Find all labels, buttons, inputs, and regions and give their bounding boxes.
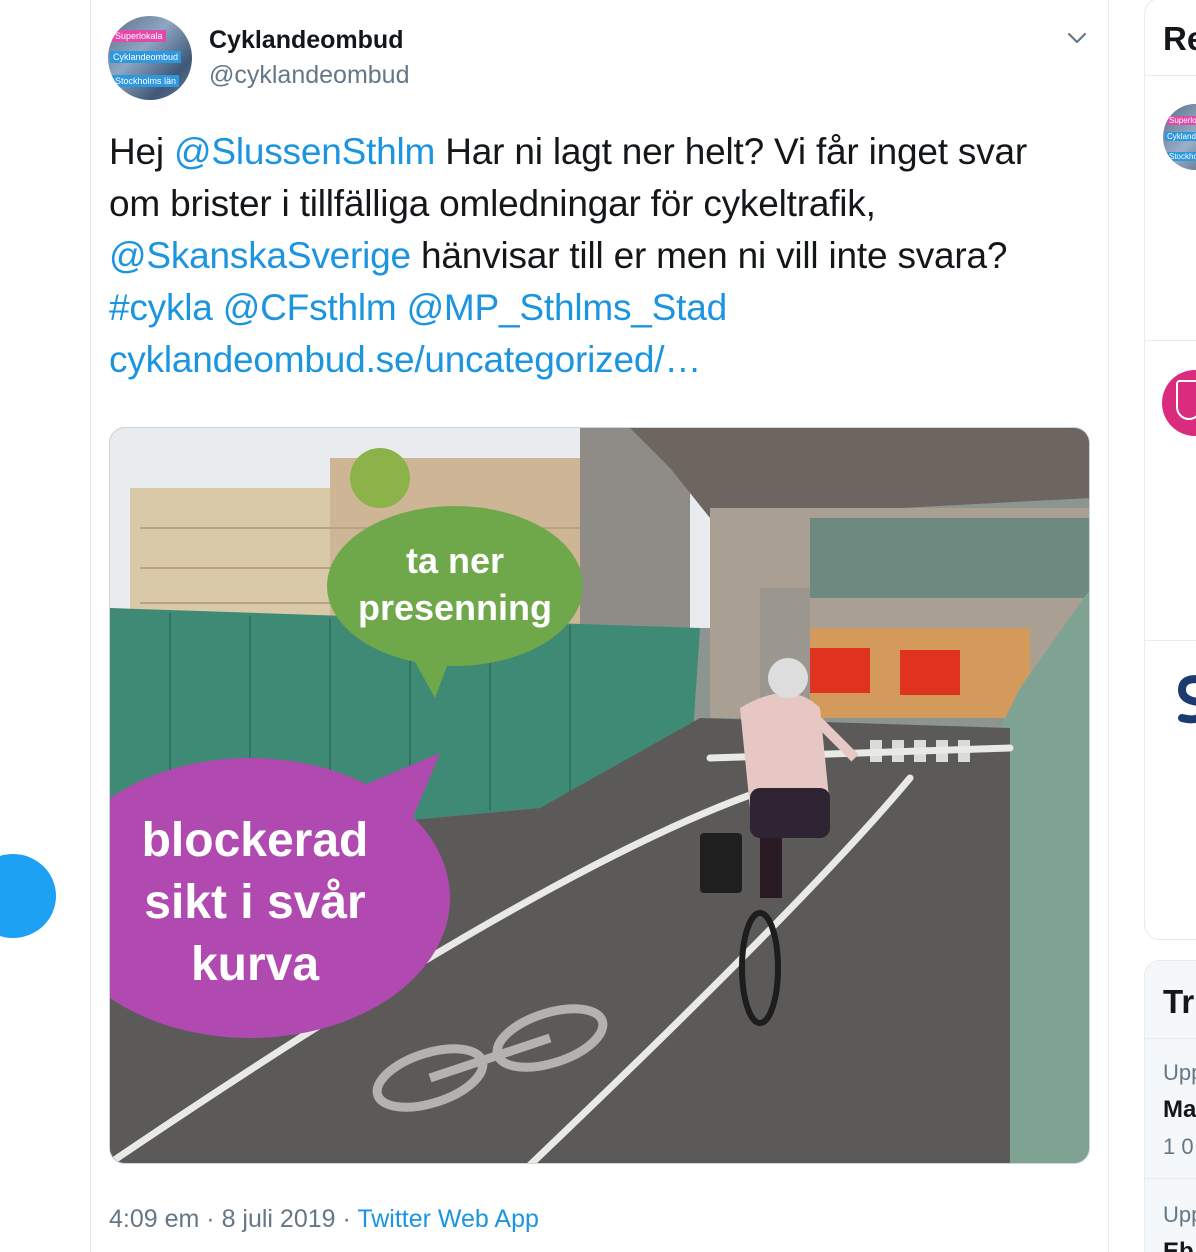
url-link[interactable]: cyklandeombud.se/uncategorized/…: [109, 334, 1099, 386]
tweet-text-line: #cykla @CFsthlm @MP_Sthlms_Stad: [109, 282, 1099, 334]
sidebar-divider: [1145, 1038, 1196, 1039]
tweet-text: Hej @SlussenSthlm Har ni lagt ner helt? …: [109, 126, 1099, 386]
avatar-tag: Cyklande: [1165, 132, 1196, 141]
trend-context: Upp: [1163, 1202, 1196, 1227]
sidebar-divider: [1145, 75, 1196, 76]
compose-tweet-button[interactable]: [0, 854, 56, 938]
tweet-text-line: @SkanskaSverige hänvisar till er men ni …: [109, 235, 1008, 276]
trend-item[interactable]: Ma: [1163, 1096, 1196, 1124]
display-name[interactable]: Cyklandeombud: [209, 26, 403, 55]
tweet-text-line: om brister i tillfälliga omledningar för…: [109, 183, 876, 224]
tweet-photo[interactable]: ta ner presenning blockerad sikt i svår …: [109, 427, 1090, 1164]
bubble-purple-line: sikt i svår: [144, 876, 365, 929]
crest-icon: [1176, 380, 1196, 420]
sidebar-divider: [1145, 1178, 1196, 1179]
mention-link[interactable]: @SkanskaSverige: [109, 235, 411, 276]
avatar-tag: Cyklandeombud: [110, 51, 182, 63]
trend-context: Upp: [1163, 1060, 1196, 1085]
tweet-time[interactable]: 4:09 em: [109, 1205, 199, 1233]
bubble-green-line: presenning: [358, 587, 552, 628]
tweet-date[interactable]: 8 juli 2019: [222, 1205, 336, 1233]
hashtag-link[interactable]: #cykla: [109, 287, 213, 328]
column-divider: [1108, 0, 1109, 1252]
mention-link[interactable]: @MP_Sthlms_Stad: [407, 287, 728, 328]
avatar-tag: Superlokala: [112, 30, 166, 42]
user-handle[interactable]: @cyklandeombud: [209, 61, 410, 90]
trend-count: 1 0: [1163, 1134, 1194, 1159]
trends-title: Tr: [1163, 983, 1195, 1020]
tweet-timestamp: 4:09 em · 8 juli 2019 · Twitter Web App: [109, 1205, 539, 1233]
bubble-purple-line: blockerad: [142, 814, 369, 867]
avatar[interactable]: Superlokala Cyklandeombud Stockholms län: [108, 16, 192, 100]
avatar-tag: Superlokala: [1167, 116, 1196, 125]
sidebar-divider: [1145, 640, 1196, 641]
avatar-tag: Stockholm: [1167, 152, 1196, 161]
logo-icon[interactable]: [1178, 674, 1196, 724]
sidebar-title: Re: [1163, 20, 1196, 57]
trend-item[interactable]: Eb: [1163, 1238, 1194, 1252]
tweet-text-line: Hej @SlussenSthlm Har ni lagt ner helt? …: [109, 131, 1028, 172]
bubble-green-line: ta ner: [406, 540, 504, 581]
avatar-tag: Stockholms län: [112, 75, 180, 87]
sidebar-divider: [1145, 340, 1196, 341]
mention-link[interactable]: @CFsthlm: [223, 287, 397, 328]
bubble-purple-line: kurva: [191, 938, 319, 991]
chevron-down-icon[interactable]: [1066, 28, 1088, 48]
photo-scene: ta ner presenning blockerad sikt i svår …: [110, 428, 1089, 1163]
tweet: Superlokala Cyklandeombud Stockholms län…: [91, 0, 1108, 1252]
mention-link[interactable]: @SlussenSthlm: [174, 131, 435, 172]
tweet-source-link[interactable]: Twitter Web App: [357, 1205, 539, 1233]
